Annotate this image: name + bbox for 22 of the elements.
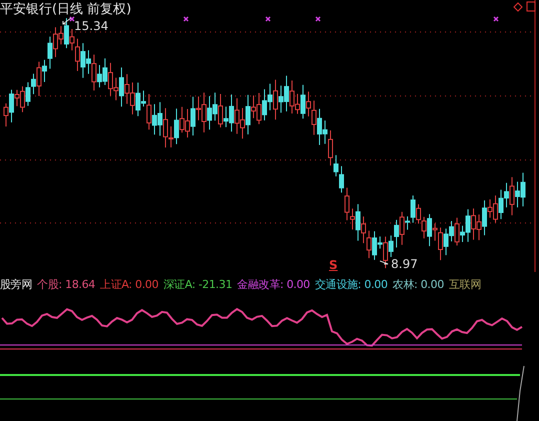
signal-label: S <box>329 258 338 272</box>
legend-item: 金融改革: 0.00 <box>237 276 310 292</box>
square-icon <box>526 2 536 12</box>
diamond-icon <box>513 2 523 12</box>
legend-item: 深证A: -21.31 <box>163 276 232 292</box>
indicator-name: 股旁网 <box>0 276 32 292</box>
legend-item: 个股: 18.64 <box>37 276 96 292</box>
arrow-icon <box>380 260 388 264</box>
legend-item: 农林: 0.00 <box>392 276 444 292</box>
marker-icon <box>183 16 189 22</box>
legend-item: 交通设施: 0.00 <box>314 276 388 292</box>
marker-icon <box>69 16 75 22</box>
marker-icon <box>315 16 321 22</box>
legend-item: 互联网 <box>448 276 482 292</box>
trend-line <box>516 366 524 421</box>
low-price-label: 8.97 <box>390 257 419 271</box>
legend-item: 上证A: 0.00 <box>100 276 158 292</box>
arrow-icon <box>62 18 72 24</box>
marker-icon <box>265 16 271 22</box>
chart-title: 平安银行(日线 前复权) <box>0 1 132 18</box>
high-price-label: 15.34 <box>74 19 108 33</box>
marker-icon <box>493 16 499 22</box>
